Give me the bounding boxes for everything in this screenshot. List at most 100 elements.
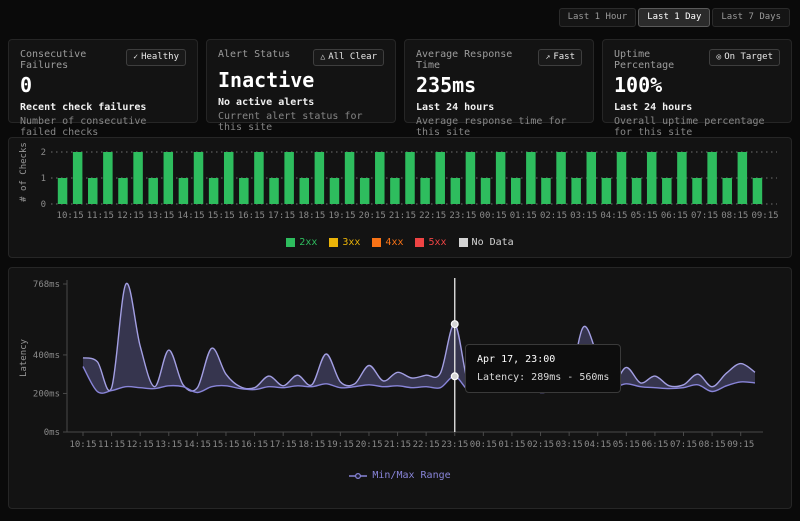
bar[interactable] [466, 152, 476, 204]
bar[interactable] [133, 152, 143, 204]
bar[interactable] [722, 178, 732, 204]
bar[interactable] [390, 178, 400, 204]
target-icon: ◎ [716, 52, 721, 61]
legend-swatch [286, 238, 295, 247]
bar[interactable] [632, 178, 642, 204]
bar[interactable] [541, 178, 551, 204]
bar[interactable] [315, 152, 325, 204]
bar[interactable] [405, 152, 415, 204]
time-range-last-1-hour[interactable]: Last 1 Hour [559, 8, 637, 27]
bar[interactable] [118, 178, 128, 204]
svg-text:17:15: 17:15 [270, 440, 297, 450]
bar[interactable] [269, 178, 279, 204]
bar[interactable] [345, 152, 355, 204]
bar[interactable] [179, 178, 189, 204]
time-range-last-7-days[interactable]: Last 7 Days [712, 8, 790, 27]
x-tick-label: 04:15 [600, 211, 627, 221]
checks-chart-panel: # of Checks 01210:1511:1512:1513:1514:15… [8, 137, 792, 258]
minmax-legend-icon [349, 472, 367, 480]
checks-chart-svg[interactable]: 01210:1511:1512:1513:1514:1515:1516:1517… [23, 144, 791, 236]
bar[interactable] [254, 152, 263, 204]
bar[interactable] [224, 152, 234, 204]
svg-text:1: 1 [41, 174, 46, 184]
x-tick-label: 03:15 [570, 211, 597, 221]
minmax-legend-label: Min/Max Range [372, 470, 450, 481]
svg-text:02:15: 02:15 [527, 440, 554, 450]
status-badge-all-clear: △All Clear [313, 49, 384, 66]
bar[interactable] [753, 178, 763, 204]
bar[interactable] [148, 178, 158, 204]
svg-text:23:15: 23:15 [441, 440, 468, 450]
svg-text:20:15: 20:15 [355, 440, 382, 450]
active-point-dot [451, 321, 458, 328]
bar[interactable] [481, 178, 491, 204]
bar[interactable] [738, 152, 748, 204]
x-tick-label: 14:15 [177, 211, 204, 221]
x-tick-label: 19:15 [328, 211, 355, 221]
top-toolbar: Last 1 Hour Last 1 Day Last 7 Days [0, 0, 800, 27]
bar[interactable] [375, 152, 385, 204]
bar[interactable] [239, 178, 249, 204]
svg-text:22:15: 22:15 [413, 440, 440, 450]
legend-swatch [329, 238, 338, 247]
bar[interactable] [209, 178, 219, 204]
bar[interactable] [360, 178, 370, 204]
bar[interactable] [73, 152, 83, 204]
x-tick-label: 08:15 [721, 211, 748, 221]
time-range-last-1-day[interactable]: Last 1 Day [638, 8, 710, 27]
svg-text:16:15: 16:15 [241, 440, 268, 450]
legend-item-5xx: 5xx [415, 237, 446, 248]
bar[interactable] [284, 152, 294, 204]
x-tick-label: 01:15 [510, 211, 537, 221]
svg-text:21:15: 21:15 [384, 440, 411, 450]
x-tick-label: 05:15 [631, 211, 658, 221]
bar[interactable] [58, 178, 68, 204]
bar[interactable] [164, 152, 174, 204]
bar[interactable] [330, 178, 340, 204]
x-tick-label: 15:15 [208, 211, 235, 221]
bar[interactable] [571, 178, 581, 204]
trend-up-icon: ↗ [545, 52, 550, 61]
chart-tooltip: Apr 17, 23:00 Latency: 289ms - 560ms [465, 344, 621, 393]
time-range-selector: Last 1 Hour Last 1 Day Last 7 Days [559, 8, 790, 27]
bar[interactable] [511, 178, 521, 204]
x-tick-label: 07:15 [691, 211, 718, 221]
legend-label: 5xx [428, 237, 446, 248]
legend-swatch [459, 238, 468, 247]
x-tick-label: 21:15 [389, 211, 416, 221]
svg-text:200ms: 200ms [33, 389, 60, 399]
bar[interactable] [556, 152, 566, 204]
card-title: Average Response Time [416, 49, 538, 71]
x-tick-label: 00:15 [480, 211, 507, 221]
bar[interactable] [496, 152, 506, 204]
bar[interactable] [692, 178, 702, 204]
card-consecutive-failures: Consecutive Failures ✓Healthy 0 Recent c… [8, 39, 198, 123]
bar[interactable] [300, 178, 310, 204]
bar[interactable] [647, 152, 657, 204]
bar[interactable] [103, 152, 113, 204]
svg-text:2: 2 [41, 148, 46, 158]
bar[interactable] [587, 152, 597, 204]
legend-item-3xx: 3xx [329, 237, 360, 248]
latency-chart-legend: Min/Max Range [9, 470, 791, 481]
bar[interactable] [451, 178, 461, 204]
bar[interactable] [662, 178, 672, 204]
bar[interactable] [707, 152, 717, 204]
bar[interactable] [617, 152, 627, 204]
bar[interactable] [88, 178, 98, 204]
card-value: 0 [20, 75, 186, 95]
bar[interactable] [194, 152, 204, 204]
status-badge-fast: ↗Fast [538, 49, 582, 66]
bar[interactable] [677, 152, 687, 204]
latency-chart-svg[interactable]: 0ms200ms400ms768ms10:1511:1512:1513:1514… [15, 274, 787, 466]
tooltip-timestamp: Apr 17, 23:00 [477, 354, 609, 365]
latency-chart-panel: Latency 0ms200ms400ms768ms10:1511:1512:1… [8, 267, 792, 509]
bar[interactable] [435, 152, 445, 204]
svg-text:05:15: 05:15 [613, 440, 640, 450]
svg-text:06:15: 06:15 [641, 440, 668, 450]
bar[interactable] [420, 178, 430, 204]
svg-text:10:15: 10:15 [69, 440, 96, 450]
bar[interactable] [526, 152, 536, 204]
card-value: 235ms [416, 75, 582, 95]
bar[interactable] [602, 178, 612, 204]
